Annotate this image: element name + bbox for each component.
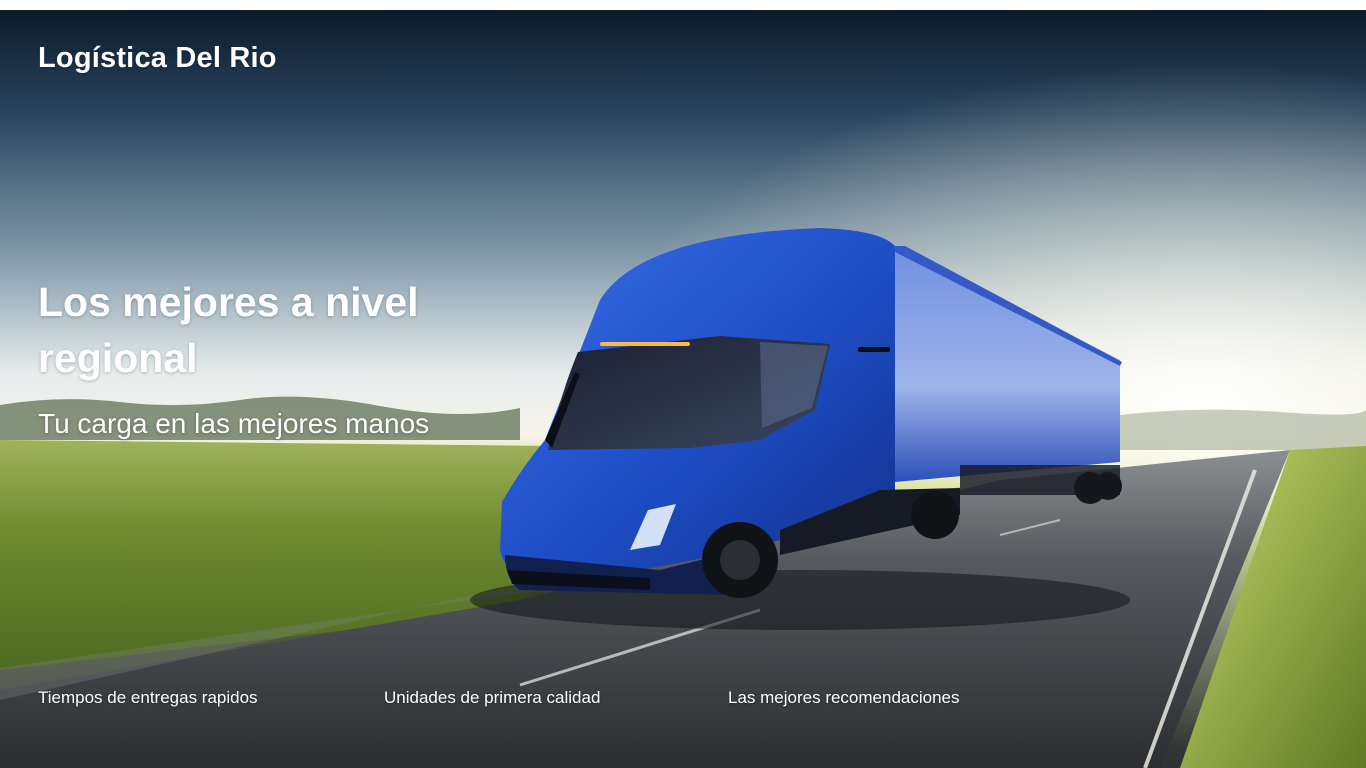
feature-item-fast-delivery: Tiempos de entregas rapidos (38, 688, 258, 707)
hero-background-image (0, 10, 1366, 768)
feature-item-quality-units: Unidades de primera calidad (384, 688, 601, 707)
hero-subheadline: Tu carga en las mejores manos (38, 408, 430, 439)
features-list: Tiempos de entregas rapidos Unidades de … (38, 688, 1038, 718)
hero-headline: Los mejores a nivel regional (38, 279, 419, 381)
feature-item-recommendations: Las mejores recomendaciones (728, 688, 960, 707)
hero-section: Logística Del Rio Los mejores a nivel re… (0, 10, 1366, 768)
brand-logo-text: Logística Del Rio (38, 42, 277, 74)
